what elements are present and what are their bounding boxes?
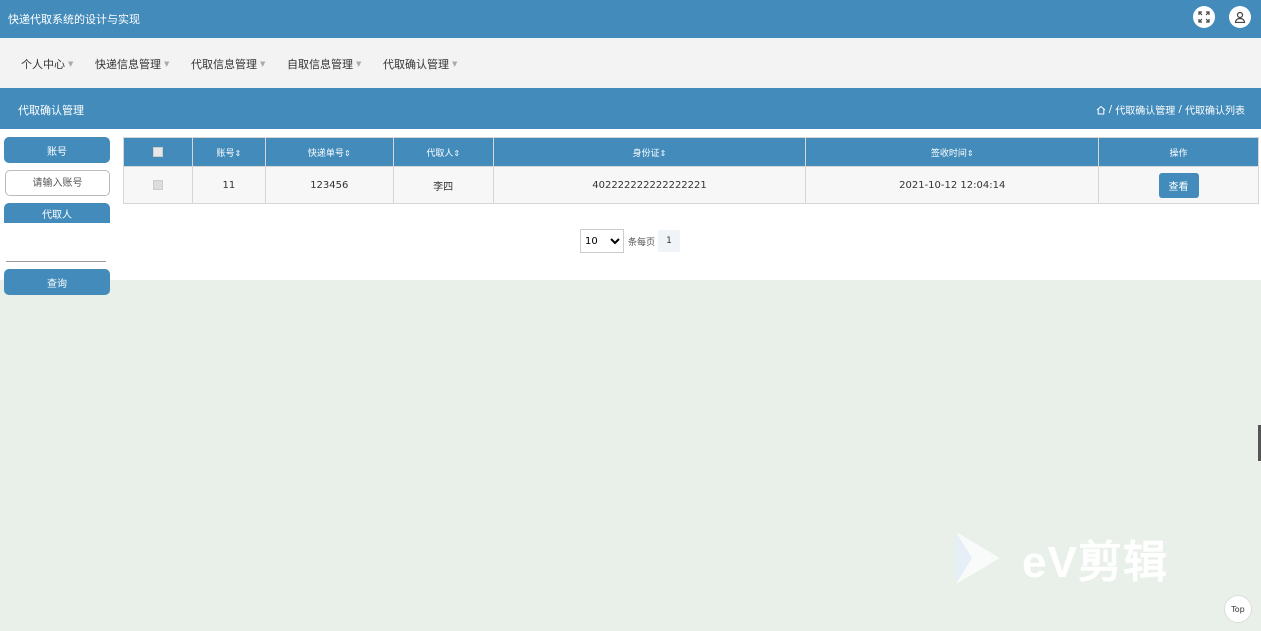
app-title: 快递代取系统的设计与实现: [8, 13, 140, 26]
account-label: 账号: [4, 137, 110, 163]
sort-icon[interactable]: ⇕: [344, 149, 351, 158]
sort-icon[interactable]: ⇕: [453, 149, 460, 158]
menu-label: 个人中心: [21, 58, 65, 71]
header-tracking[interactable]: 快递单号⇕: [264, 137, 394, 167]
checkbox-icon[interactable]: [152, 179, 163, 190]
cell-signed-at: 2021-10-12 12:04:14: [805, 166, 1100, 204]
cell-account: 11: [191, 166, 266, 204]
menu-label: 自取信息管理: [287, 58, 353, 71]
per-page-label: 条每页: [628, 237, 656, 248]
watermark: eV剪辑: [952, 526, 1168, 590]
table-header-row: 账号⇕ 快递单号⇕ 代取人⇕ 身份证⇕ 签收时间⇕ 操作: [123, 137, 1259, 167]
header-agent[interactable]: 代取人⇕: [392, 137, 494, 167]
header-signed-at[interactable]: 签收时间⇕: [805, 137, 1100, 167]
table-row: 11 123456 李四 402222222222222221 2021-10-…: [123, 166, 1259, 204]
header-id-card[interactable]: 身份证⇕: [492, 137, 807, 167]
play-logo-icon: [956, 532, 1000, 584]
caret-down-icon: ▼: [164, 60, 170, 68]
user-icon: [1234, 11, 1246, 23]
header-account[interactable]: 账号⇕: [191, 137, 266, 167]
user-button[interactable]: [1229, 6, 1251, 28]
sort-icon[interactable]: ⇕: [660, 149, 667, 158]
header-label: 账号: [216, 148, 235, 159]
cell-agent: 李四: [392, 166, 494, 204]
header-label: 签收时间: [930, 148, 967, 159]
cell-tracking: 123456: [264, 166, 394, 204]
menu-label: 代取信息管理: [191, 58, 257, 71]
caret-down-icon: ▼: [68, 60, 74, 68]
sort-icon[interactable]: ⇕: [235, 149, 242, 158]
menu-label: 快递信息管理: [95, 58, 161, 71]
breadcrumb-item[interactable]: 代取确认管理: [1115, 106, 1175, 117]
header-label: 身份证: [632, 148, 660, 159]
page-size-select[interactable]: 10: [580, 229, 624, 253]
header-label: 代取人: [426, 148, 454, 159]
header-label: 快递单号: [307, 148, 344, 159]
header-label: 操作: [1169, 148, 1188, 159]
agent-input-underline[interactable]: [6, 261, 106, 262]
breadcrumb-item-current: 代取确认列表: [1185, 106, 1245, 117]
query-button[interactable]: 查询: [4, 269, 110, 295]
expand-icon: [1198, 11, 1210, 23]
data-table: 账号⇕ 快递单号⇕ 代取人⇕ 身份证⇕ 签收时间⇕ 操作 11 123456 李…: [123, 137, 1259, 204]
menu-personal-center[interactable]: 个人中心 ▼: [21, 56, 73, 72]
caret-down-icon: ▼: [356, 60, 362, 68]
breadcrumb-separator: /: [1178, 104, 1182, 115]
caret-down-icon: ▼: [452, 60, 458, 68]
header-action: 操作: [1098, 137, 1259, 167]
caret-down-icon: ▼: [260, 60, 266, 68]
cell-action: 查看: [1098, 166, 1259, 204]
checkbox-icon[interactable]: [152, 146, 163, 157]
menu-pickup-info[interactable]: 代取信息管理 ▼: [191, 56, 265, 72]
pagination: 10 条每页 1: [580, 229, 681, 253]
back-to-top-button[interactable]: Top: [1224, 595, 1252, 623]
main-menu: 个人中心 ▼ 快递信息管理 ▼ 代取信息管理 ▼ 自取信息管理 ▼ 代取确认管理 ▼: [0, 38, 1261, 88]
agent-label: 代取人: [4, 203, 110, 223]
home-icon[interactable]: [1096, 105, 1106, 115]
menu-self-pickup-info[interactable]: 自取信息管理 ▼: [287, 56, 361, 72]
section-header: 代取确认管理 / 代取确认管理 / 代取确认列表: [0, 88, 1261, 129]
view-button[interactable]: 查看: [1158, 172, 1199, 198]
menu-express-info[interactable]: 快递信息管理 ▼: [95, 56, 169, 72]
header-select-all[interactable]: [123, 137, 193, 167]
breadcrumb-separator: /: [1108, 104, 1113, 115]
account-input[interactable]: [5, 170, 110, 196]
row-select[interactable]: [123, 166, 193, 204]
top-bar: 快递代取系统的设计与实现: [0, 0, 1261, 38]
page-title: 代取确认管理: [18, 104, 84, 117]
watermark-text: eV剪辑: [1022, 538, 1168, 587]
fullscreen-button[interactable]: [1193, 6, 1215, 28]
breadcrumb: / 代取确认管理 / 代取确认列表: [1096, 102, 1245, 117]
cell-id-card: 402222222222222221: [492, 166, 807, 204]
menu-label: 代取确认管理: [383, 58, 449, 71]
menu-pickup-confirm[interactable]: 代取确认管理 ▼: [383, 56, 457, 72]
sort-icon[interactable]: ⇕: [967, 149, 974, 158]
page-number-current[interactable]: 1: [658, 230, 681, 252]
